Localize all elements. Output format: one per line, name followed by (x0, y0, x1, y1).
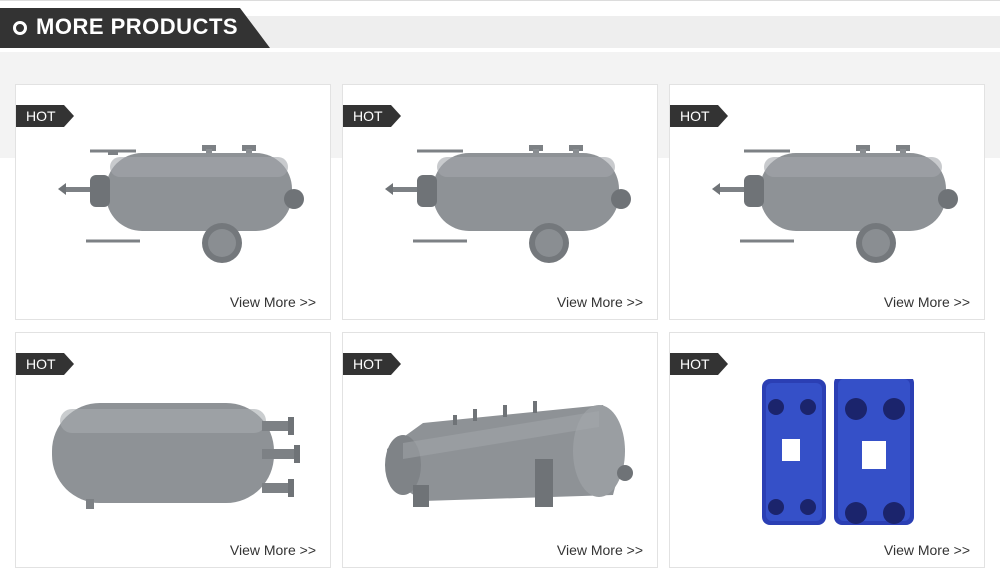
horizontal-storage-tank-image[interactable] (36, 379, 312, 525)
hot-badge: HOT (670, 353, 728, 375)
view-more-link[interactable]: View More >> (230, 294, 316, 310)
view-more-link[interactable]: View More >> (230, 542, 316, 558)
hot-badge: HOT (16, 353, 74, 375)
large-horizontal-tank-image[interactable] (363, 379, 639, 525)
product-card[interactable]: HOT View More >> (669, 84, 985, 320)
view-more-link[interactable]: View More >> (557, 542, 643, 558)
hot-badge: HOT (343, 353, 401, 375)
view-more-link[interactable]: View More >> (557, 294, 643, 310)
product-card[interactable]: HOT View More >> (342, 84, 658, 320)
view-more-link[interactable]: View More >> (884, 542, 970, 558)
horizontal-pressure-vessel-image[interactable] (363, 131, 639, 277)
product-card[interactable]: HOT View More >> (15, 84, 331, 320)
product-grid: HOT View More >> HOT View More >> HOT Vi… (15, 84, 987, 574)
hot-badge: HOT (343, 105, 401, 127)
product-card[interactable]: HOT View More >> (342, 332, 658, 568)
product-card[interactable]: HOT View More >> (669, 332, 985, 568)
product-card[interactable]: HOT View More >> (15, 332, 331, 568)
horizontal-pressure-vessel-image[interactable] (690, 131, 966, 277)
horizontal-pressure-vessel-image[interactable] (36, 131, 312, 277)
section-title: MORE PRODUCTS (36, 14, 239, 39)
view-more-link[interactable]: View More >> (884, 294, 970, 310)
plate-heat-exchanger-image[interactable] (690, 379, 966, 525)
circle-icon (13, 21, 27, 35)
hot-badge: HOT (670, 105, 728, 127)
top-divider (0, 0, 1000, 1)
hot-badge: HOT (16, 105, 74, 127)
